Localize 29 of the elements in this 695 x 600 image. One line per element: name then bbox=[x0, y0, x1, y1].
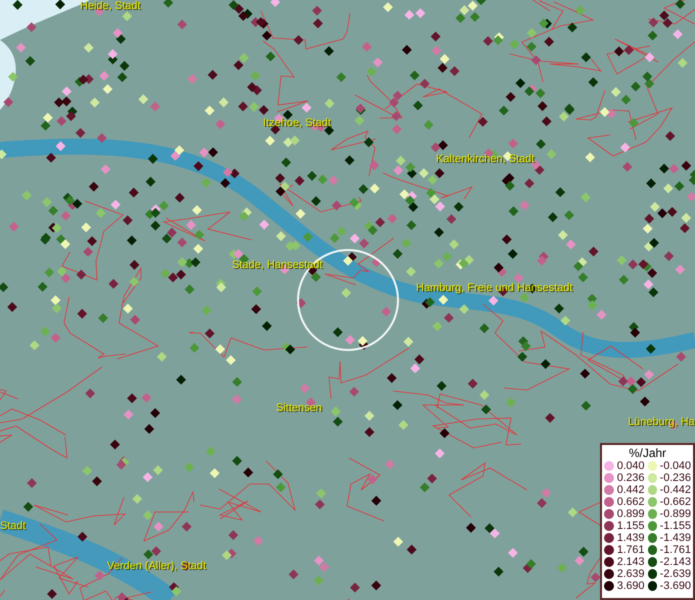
legend-value: 0.236 bbox=[617, 472, 645, 484]
legend-value: -2.143 bbox=[660, 556, 691, 568]
legend-value: 3.690 bbox=[617, 580, 645, 592]
legend-value: -3.690 bbox=[660, 580, 691, 592]
legend-value: 2.143 bbox=[617, 556, 645, 568]
legend-value: 1.761 bbox=[617, 544, 645, 556]
legend-value: 1.439 bbox=[617, 532, 645, 544]
legend-value: -0.236 bbox=[660, 472, 691, 484]
place-label: Stadt bbox=[0, 520, 26, 532]
legend-value: -2.639 bbox=[660, 568, 691, 580]
legend-value: 1.155 bbox=[617, 520, 645, 532]
legend-value: 0.040 bbox=[617, 460, 645, 472]
legend-value: -0.442 bbox=[660, 484, 691, 496]
place-label: Kaltenkirchen, Stadt bbox=[436, 153, 534, 165]
place-label: Lüneburg, Ha bbox=[628, 416, 695, 428]
place-label: Itzehoe, Stadt bbox=[263, 117, 331, 129]
legend-title: %/Jahr bbox=[628, 446, 668, 460]
legend-value: -1.439 bbox=[660, 532, 691, 544]
legend-value: 0.442 bbox=[617, 484, 645, 496]
legend-value: -1.155 bbox=[660, 520, 691, 532]
legend-value: -0.040 bbox=[660, 460, 691, 472]
legend-value: -0.662 bbox=[660, 496, 691, 508]
legend-value: 0.899 bbox=[617, 508, 645, 520]
legend-value: -0.899 bbox=[660, 508, 691, 520]
place-label: Sittensen bbox=[276, 402, 322, 414]
place-label: Heide, Stadt bbox=[80, 0, 141, 12]
legend-value: -1.761 bbox=[660, 544, 691, 556]
legend-value: 2.639 bbox=[617, 568, 645, 580]
legend-value: 0.662 bbox=[617, 496, 645, 508]
